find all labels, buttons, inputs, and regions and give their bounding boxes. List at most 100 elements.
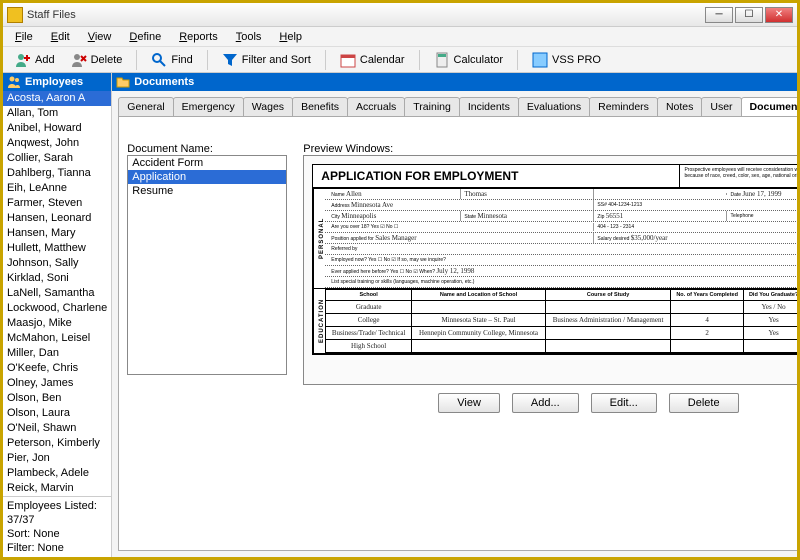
personal-section-label: PERSONAL: [313, 189, 325, 288]
menubar: File Edit View Define Reports Tools Help: [3, 27, 797, 47]
employees-panel: Employees Acosta, Aaron AAllan, TomAnibe…: [3, 73, 112, 557]
menu-define[interactable]: Define: [121, 29, 169, 45]
status-sort: Sort: None: [7, 527, 107, 541]
tab-incidents[interactable]: Incidents: [459, 97, 519, 116]
employee-item[interactable]: Dahlberg, Tianna: [3, 166, 111, 181]
employee-list[interactable]: Acosta, Aaron AAllan, TomAnibel, HowardA…: [3, 91, 111, 496]
education-table: SchoolName and Location of SchoolCourse …: [325, 289, 797, 353]
maximize-button[interactable]: ☐: [735, 7, 763, 23]
titlebar: Staff Files ─ ☐ ✕: [3, 3, 797, 27]
tab-emergency[interactable]: Emergency: [173, 97, 244, 116]
separator: [136, 50, 137, 70]
document-name-label: Document Name:: [127, 143, 287, 155]
status-bar: Employees Listed: 37/37 Sort: None Filte…: [3, 496, 111, 557]
employee-item[interactable]: Hullett, Matthew: [3, 241, 111, 256]
employee-item[interactable]: Plambeck, Adele: [3, 466, 111, 481]
status-listed: Employees Listed: 37/37: [7, 499, 107, 527]
employee-item[interactable]: Olney, James: [3, 376, 111, 391]
people-icon: [7, 75, 21, 89]
status-filter: Filter: None: [7, 541, 107, 555]
employee-item[interactable]: Lockwood, Charlene: [3, 301, 111, 316]
separator: [419, 50, 420, 70]
menu-help[interactable]: Help: [271, 29, 310, 45]
employee-item[interactable]: Hansen, Leonard: [3, 211, 111, 226]
edit-doc-button[interactable]: Edit...: [591, 393, 657, 413]
employee-item[interactable]: Eih, LeAnne: [3, 181, 111, 196]
tab-training[interactable]: Training: [404, 97, 460, 116]
document-preview: APPLICATION FOR EMPLOYMENT Prospective e…: [312, 164, 797, 355]
form-note: Prospective employees will receive consi…: [680, 165, 797, 187]
tab-wages[interactable]: Wages: [243, 97, 293, 116]
delete-person-icon: [71, 52, 87, 68]
calculator-icon: [434, 52, 450, 68]
menu-edit[interactable]: Edit: [43, 29, 78, 45]
employee-item[interactable]: Farmer, Steven: [3, 196, 111, 211]
close-button[interactable]: ✕: [765, 7, 793, 23]
separator: [517, 50, 518, 70]
tab-documents[interactable]: Documents: [741, 97, 797, 116]
menu-reports[interactable]: Reports: [171, 29, 226, 45]
window-title: Staff Files: [27, 9, 705, 21]
employee-item[interactable]: Hansen, Mary: [3, 226, 111, 241]
add-doc-button[interactable]: Add...: [512, 393, 579, 413]
app-window: Staff Files ─ ☐ ✕ File Edit View Define …: [0, 0, 800, 560]
form-title: APPLICATION FOR EMPLOYMENT: [313, 165, 680, 187]
vss-button[interactable]: VSS PRO: [526, 50, 607, 70]
menu-file[interactable]: File: [7, 29, 41, 45]
employee-item[interactable]: Pier, Jon: [3, 451, 111, 466]
search-icon: [151, 52, 167, 68]
employee-item[interactable]: Allan, Tom: [3, 106, 111, 121]
menu-view[interactable]: View: [80, 29, 120, 45]
delete-doc-button[interactable]: Delete: [669, 393, 739, 413]
tab-general[interactable]: General: [118, 97, 173, 116]
vss-icon: [532, 52, 548, 68]
employee-item[interactable]: Kirklad, Soni: [3, 271, 111, 286]
filter-button[interactable]: Filter and Sort: [216, 50, 317, 70]
preview-label: Preview Windows:: [303, 143, 797, 155]
find-button[interactable]: Find: [145, 50, 198, 70]
view-button[interactable]: View: [438, 393, 500, 413]
employees-header: Employees: [3, 73, 111, 91]
employee-item[interactable]: Olson, Ben: [3, 391, 111, 406]
employee-item[interactable]: LaNell, Samantha: [3, 286, 111, 301]
tab-page-documents: Print Document Name: Accident FormApplic…: [118, 116, 797, 551]
employee-item[interactable]: Reick, Marvin: [3, 481, 111, 496]
document-item[interactable]: Accident Form: [128, 156, 286, 170]
tab-evaluations[interactable]: Evaluations: [518, 97, 590, 116]
education-section-label: EDUCATION: [313, 289, 325, 353]
employee-item[interactable]: Johnson, Sally: [3, 256, 111, 271]
delete-button[interactable]: Delete: [65, 50, 129, 70]
add-person-icon: [15, 52, 31, 68]
tab-reminders[interactable]: Reminders: [589, 97, 658, 116]
document-list[interactable]: Accident FormApplicationResume: [127, 155, 287, 375]
separator: [207, 50, 208, 70]
employee-item[interactable]: McMahon, Leisel: [3, 331, 111, 346]
document-item[interactable]: Application: [128, 170, 286, 184]
employee-item[interactable]: O'Keefe, Chris: [3, 361, 111, 376]
main-area: Employees Acosta, Aaron AAllan, TomAnibe…: [3, 73, 797, 557]
tab-notes[interactable]: Notes: [657, 97, 702, 116]
button-row: View Add... Edit... Delete: [303, 393, 797, 413]
menu-tools[interactable]: Tools: [228, 29, 270, 45]
filter-icon: [222, 52, 238, 68]
documents-header: Documents: [112, 73, 797, 91]
tab-user[interactable]: User: [701, 97, 741, 116]
employee-item[interactable]: Miller, Dan: [3, 346, 111, 361]
preview-window: APPLICATION FOR EMPLOYMENT Prospective e…: [303, 155, 797, 385]
employee-item[interactable]: Collier, Sarah: [3, 151, 111, 166]
employee-item[interactable]: Olson, Laura: [3, 406, 111, 421]
employee-item[interactable]: Acosta, Aaron A: [3, 91, 111, 106]
employee-item[interactable]: Anqwest, John: [3, 136, 111, 151]
calendar-button[interactable]: Calendar: [334, 50, 411, 70]
document-item[interactable]: Resume: [128, 184, 286, 198]
employee-item[interactable]: Peterson, Kimberly: [3, 436, 111, 451]
employee-item[interactable]: Maasjo, Mike: [3, 316, 111, 331]
employee-item[interactable]: Anibel, Howard: [3, 121, 111, 136]
calculator-button[interactable]: Calculator: [428, 50, 510, 70]
employee-item[interactable]: O'Neil, Shawn: [3, 421, 111, 436]
minimize-button[interactable]: ─: [705, 7, 733, 23]
tab-benefits[interactable]: Benefits: [292, 97, 348, 116]
add-button[interactable]: Add: [9, 50, 61, 70]
folder-icon: [116, 75, 130, 89]
tab-accruals[interactable]: Accruals: [347, 97, 405, 116]
